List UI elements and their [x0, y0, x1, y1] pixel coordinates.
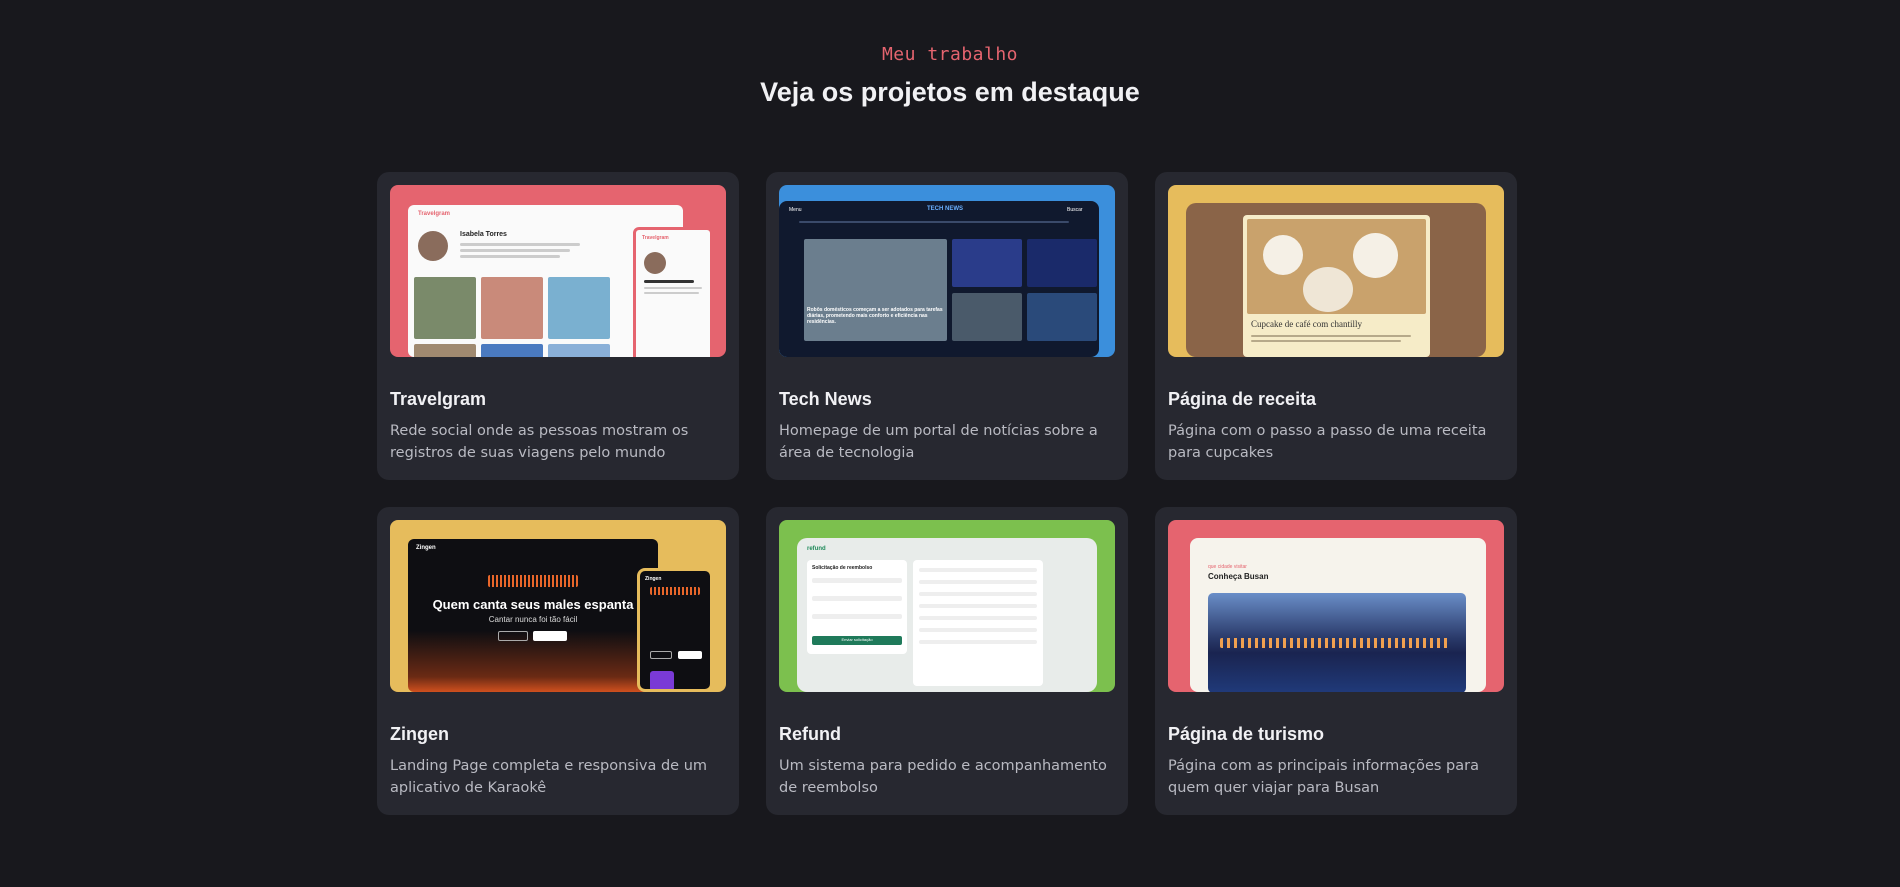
projects-grid: Travelgram Isabela Torres Travelgram Tra…: [377, 172, 1518, 815]
project-card-refund[interactable]: refund Solicitação de reembolso Enviar s…: [766, 507, 1128, 815]
project-title: Página de receita: [1168, 389, 1317, 409]
project-card-zingen[interactable]: Zingen Quem canta seus males espanta Can…: [377, 507, 739, 815]
project-title: Refund: [779, 724, 841, 744]
project-card-recipe[interactable]: Cupcake de café com chantilly Página de …: [1155, 172, 1517, 480]
project-thumbnail: que cidade visitar Conheça Busan: [1168, 520, 1504, 692]
project-card-tourism[interactable]: que cidade visitar Conheça Busan Página …: [1155, 507, 1517, 815]
project-title: Tech News: [779, 389, 872, 409]
project-title: Página de turismo: [1168, 724, 1325, 744]
project-description: Página com o passo a passo de uma receit…: [1168, 423, 1487, 461]
project-description: Um sistema para pedido e acompanhamento …: [779, 758, 1107, 796]
project-thumbnail: Zingen Quem canta seus males espanta Can…: [390, 520, 726, 692]
section-title: Veja os projetos em destaque: [760, 77, 1140, 107]
project-title: Travelgram: [390, 389, 487, 409]
project-description: Página com as principais informações par…: [1168, 758, 1479, 796]
project-description: Homepage de um portal de notícias sobre …: [779, 423, 1098, 461]
project-title: Zingen: [390, 724, 449, 744]
section-eyebrow: Meu trabalho: [881, 44, 1019, 65]
project-description: Rede social onde as pessoas mostram os r…: [390, 423, 689, 461]
project-thumbnail: Cupcake de café com chantilly: [1168, 185, 1504, 357]
section-header: Meu trabalho Veja os projetos em destaqu…: [0, 0, 1900, 108]
project-card-tech-news[interactable]: Menu TECH NEWS Buscar Robôs domésticos c…: [766, 172, 1128, 480]
project-thumbnail: Menu TECH NEWS Buscar Robôs domésticos c…: [779, 185, 1115, 357]
project-thumbnail: refund Solicitação de reembolso Enviar s…: [779, 520, 1115, 692]
project-card-travelgram[interactable]: Travelgram Isabela Torres Travelgram Tra…: [377, 172, 739, 480]
project-description: Landing Page completa e responsiva de um…: [390, 758, 708, 796]
project-thumbnail: Travelgram Isabela Torres Travelgram: [390, 185, 726, 357]
